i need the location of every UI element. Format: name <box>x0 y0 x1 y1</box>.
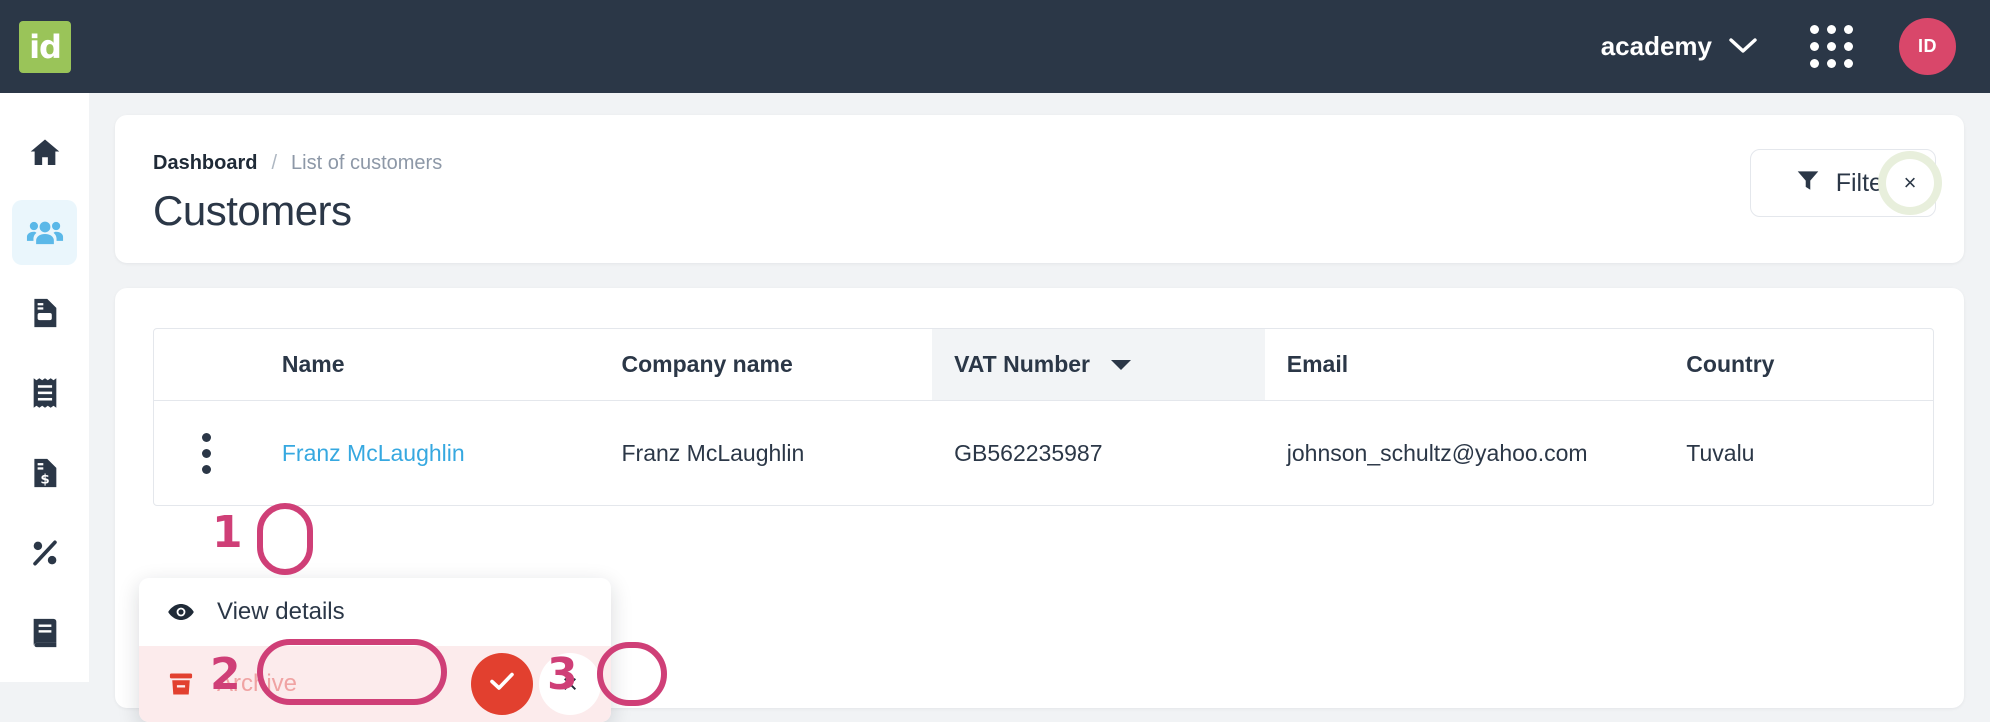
breadcrumb-item-dashboard[interactable]: Dashboard <box>153 152 257 175</box>
annotation-number-1: 1 <box>212 511 243 555</box>
document-icon <box>28 296 62 330</box>
grid-apps-icon[interactable] <box>1810 25 1853 68</box>
percent-icon <box>28 536 62 570</box>
top-bar-right-group: academy ID <box>1601 18 1990 75</box>
eye-icon <box>167 602 195 622</box>
page-title: Customers <box>153 187 352 235</box>
sidebar-item-dashboard[interactable] <box>12 120 77 185</box>
filter-clear-ring: × <box>1878 151 1942 215</box>
receipt-icon <box>29 376 61 410</box>
book-icon <box>29 616 61 650</box>
grid-dot <box>1844 25 1853 34</box>
table-header-company-name[interactable]: Company name <box>600 329 933 400</box>
table-header-row: Name Company name VAT Number Email Count… <box>154 329 1933 401</box>
page-header-card: Dashboard / List of customers Customers … <box>115 115 1964 263</box>
table-header-vat-number-label: VAT Number <box>954 351 1090 378</box>
grid-dot <box>1827 59 1836 68</box>
grid-dot <box>1810 42 1819 51</box>
cell-vat-number: GB562235987 <box>932 401 1265 505</box>
chevron-down-icon <box>1728 31 1758 62</box>
annotation-number-2: 2 <box>210 653 241 697</box>
row-actions-cell <box>154 401 260 505</box>
people-icon <box>26 214 64 252</box>
app-logo[interactable]: id <box>19 21 71 73</box>
archive-confirm-group: × <box>471 653 601 715</box>
table-header-country[interactable]: Country <box>1664 329 1933 400</box>
kebab-dot <box>202 433 211 442</box>
grid-dot <box>1810 25 1819 34</box>
close-icon[interactable]: × <box>1886 159 1934 207</box>
table-header-name[interactable]: Name <box>260 329 600 400</box>
sidebar-item-quotes[interactable] <box>12 280 77 345</box>
sidebar: $ <box>0 93 89 682</box>
cell-country: Tuvalu <box>1664 401 1933 505</box>
org-name-label: academy <box>1601 31 1712 62</box>
grid-dot <box>1827 25 1836 34</box>
view-details-label: View details <box>217 598 345 626</box>
table-header-vat-number[interactable]: VAT Number <box>932 329 1265 400</box>
trash-icon <box>167 670 195 698</box>
sidebar-item-invoices[interactable]: $ <box>12 440 77 505</box>
top-bar: id academy ID <box>0 0 1990 93</box>
grid-dot <box>1810 59 1819 68</box>
annotation-number-3: 3 <box>547 653 578 697</box>
cell-company-name: Franz McLaughlin <box>600 401 933 505</box>
customers-table: Name Company name VAT Number Email Count… <box>153 328 1934 506</box>
funnel-icon <box>1795 167 1821 200</box>
sidebar-item-taxes[interactable] <box>12 520 77 585</box>
table-header-actions <box>154 329 260 400</box>
kebab-dot <box>202 465 211 474</box>
grid-dot <box>1827 42 1836 51</box>
caret-down-icon <box>1110 351 1132 378</box>
check-icon <box>487 669 517 700</box>
archive-confirm-button[interactable] <box>471 653 533 715</box>
breadcrumb-separator: / <box>271 152 277 175</box>
home-icon <box>27 135 63 171</box>
sidebar-item-receipts[interactable] <box>12 360 77 425</box>
org-switcher[interactable]: academy <box>1601 31 1758 62</box>
kebab-dot <box>202 449 211 458</box>
breadcrumb: Dashboard / List of customers <box>153 152 442 175</box>
grid-dot <box>1844 42 1853 51</box>
cell-email: johnson_schultz@yahoo.com <box>1265 401 1665 505</box>
breadcrumb-item-list-of-customers[interactable]: List of customers <box>291 152 442 175</box>
kebab-menu-icon[interactable] <box>202 433 212 474</box>
table-header-email[interactable]: Email <box>1265 329 1665 400</box>
cell-name: Franz McLaughlin <box>260 401 600 505</box>
sidebar-item-ledger[interactable] <box>12 600 77 665</box>
invoice-dollar-icon: $ <box>28 456 62 490</box>
grid-dot <box>1844 59 1853 68</box>
sidebar-item-customers[interactable] <box>12 200 77 265</box>
avatar[interactable]: ID <box>1899 18 1956 75</box>
filter-control-group: Filter × <box>1750 149 1936 217</box>
customer-name-link[interactable]: Franz McLaughlin <box>282 440 465 467</box>
view-details-menu-item[interactable]: View details <box>139 578 611 646</box>
main-content: Dashboard / List of customers Customers … <box>89 93 1990 682</box>
svg-text:$: $ <box>40 472 49 487</box>
table-row: Franz McLaughlin Franz McLaughlin GB5622… <box>154 401 1933 505</box>
